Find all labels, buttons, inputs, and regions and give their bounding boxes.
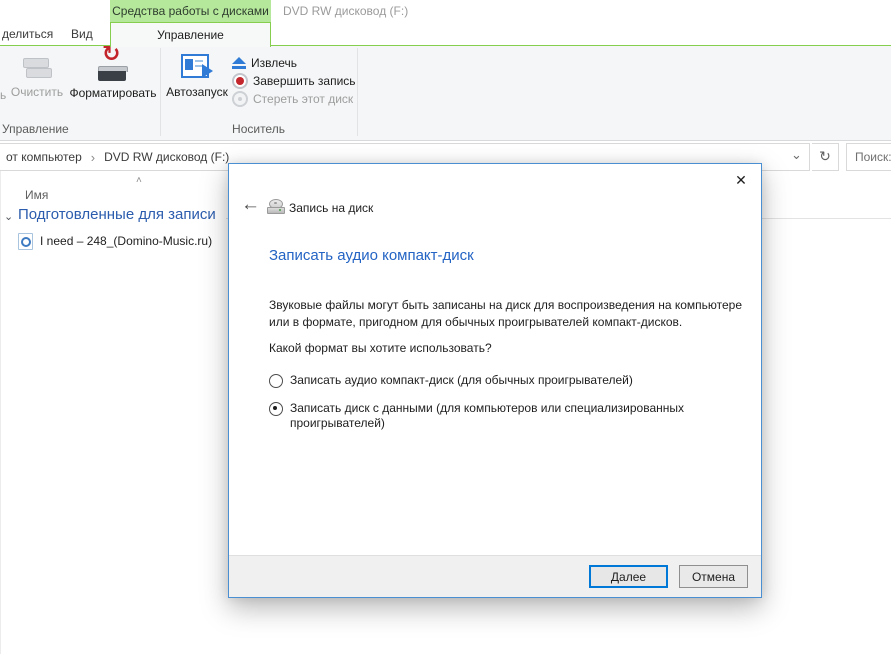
ribbon: ь Очистить ↻ Форматировать Автозапуск Из…	[0, 42, 891, 141]
autoplay-button[interactable]: Автозапуск	[166, 52, 228, 99]
dialog-back-button[interactable]: ←	[241, 194, 260, 216]
tab-manage[interactable]: Управление	[110, 22, 271, 47]
breadcrumb-root[interactable]: от компьютер	[6, 150, 82, 164]
radio-unchecked-icon	[269, 374, 283, 388]
ribbon-partial-button: ь	[0, 88, 7, 102]
finish-burning-button[interactable]: Завершить запись	[232, 73, 356, 89]
search-input[interactable]: Поиск:	[846, 143, 891, 171]
address-dropdown-icon[interactable]: ⌄	[791, 147, 802, 163]
file-group-header[interactable]: Подготовленные для записи	[18, 206, 216, 223]
autoplay-icon	[180, 52, 214, 82]
cancel-button[interactable]: Отмена	[679, 565, 748, 588]
close-icon: ✕	[735, 171, 747, 188]
audio-file-icon	[18, 232, 33, 250]
radio-checked-icon	[269, 402, 283, 416]
finish-burning-icon	[232, 73, 248, 89]
refresh-button[interactable]: ↻	[812, 143, 839, 171]
format-button[interactable]: ↻ Форматировать	[66, 42, 160, 100]
erase-disc-button: Стереть этот диск	[232, 91, 353, 107]
content-left-edge	[0, 171, 1, 654]
clean-button: Очистить	[8, 52, 66, 99]
file-row[interactable]: I need – 248_(Domino-Music.ru)	[18, 231, 223, 251]
eject-icon	[232, 56, 246, 70]
ribbon-separator	[357, 48, 358, 136]
erase-disc-icon	[232, 91, 248, 107]
dialog-heading: Записать аудио компакт-диск	[269, 247, 474, 264]
ribbon-group-media-label: Носитель	[232, 122, 285, 136]
file-name: I need – 248_(Domino-Music.ru)	[40, 234, 213, 248]
disc-drive-icon	[267, 199, 285, 214]
contextual-tab-banner: Средства работы с дисками	[110, 0, 271, 22]
tab-share-partial[interactable]: делиться	[2, 27, 53, 41]
refresh-icon: ↻	[819, 149, 831, 165]
dialog-description: Звуковые файлы могут быть записаны на ди…	[269, 298, 743, 329]
next-button[interactable]: Далее	[589, 565, 668, 588]
ribbon-group-manage-label: Управление	[2, 122, 69, 136]
dialog-footer: Далее Отмена	[229, 555, 761, 597]
breadcrumb-current[interactable]: DVD RW дисковод (F:)	[104, 150, 229, 164]
dialog-question: Какой формат вы хотите использовать?	[269, 341, 492, 355]
search-label: Поиск:	[855, 150, 891, 164]
clean-disc-icon	[21, 52, 53, 82]
radio-option-audio-cd[interactable]: Записать аудио компакт-диск (для обычных…	[269, 373, 633, 388]
back-arrow-icon: ←	[241, 194, 260, 215]
dialog-close-button[interactable]: ✕	[731, 171, 751, 189]
tab-view[interactable]: Вид	[71, 27, 93, 41]
dialog-title: Запись на диск	[289, 201, 374, 215]
window-title: DVD RW дисковод (F:)	[283, 4, 409, 18]
format-drive-icon: ↻	[95, 42, 131, 83]
burn-disc-dialog: ✕ ← Запись на диск Записать аудио компак…	[228, 163, 762, 598]
sort-ascending-icon: ˄	[136, 175, 142, 186]
column-header-name[interactable]: Имя	[25, 188, 48, 202]
eject-button[interactable]: Извлечь	[232, 55, 297, 71]
group-collapse-icon[interactable]: ⌄	[4, 210, 13, 223]
radio-option-data-disc[interactable]: Записать диск с данными (для компьютеров…	[269, 401, 710, 431]
breadcrumb-separator-icon: ›	[90, 149, 96, 165]
